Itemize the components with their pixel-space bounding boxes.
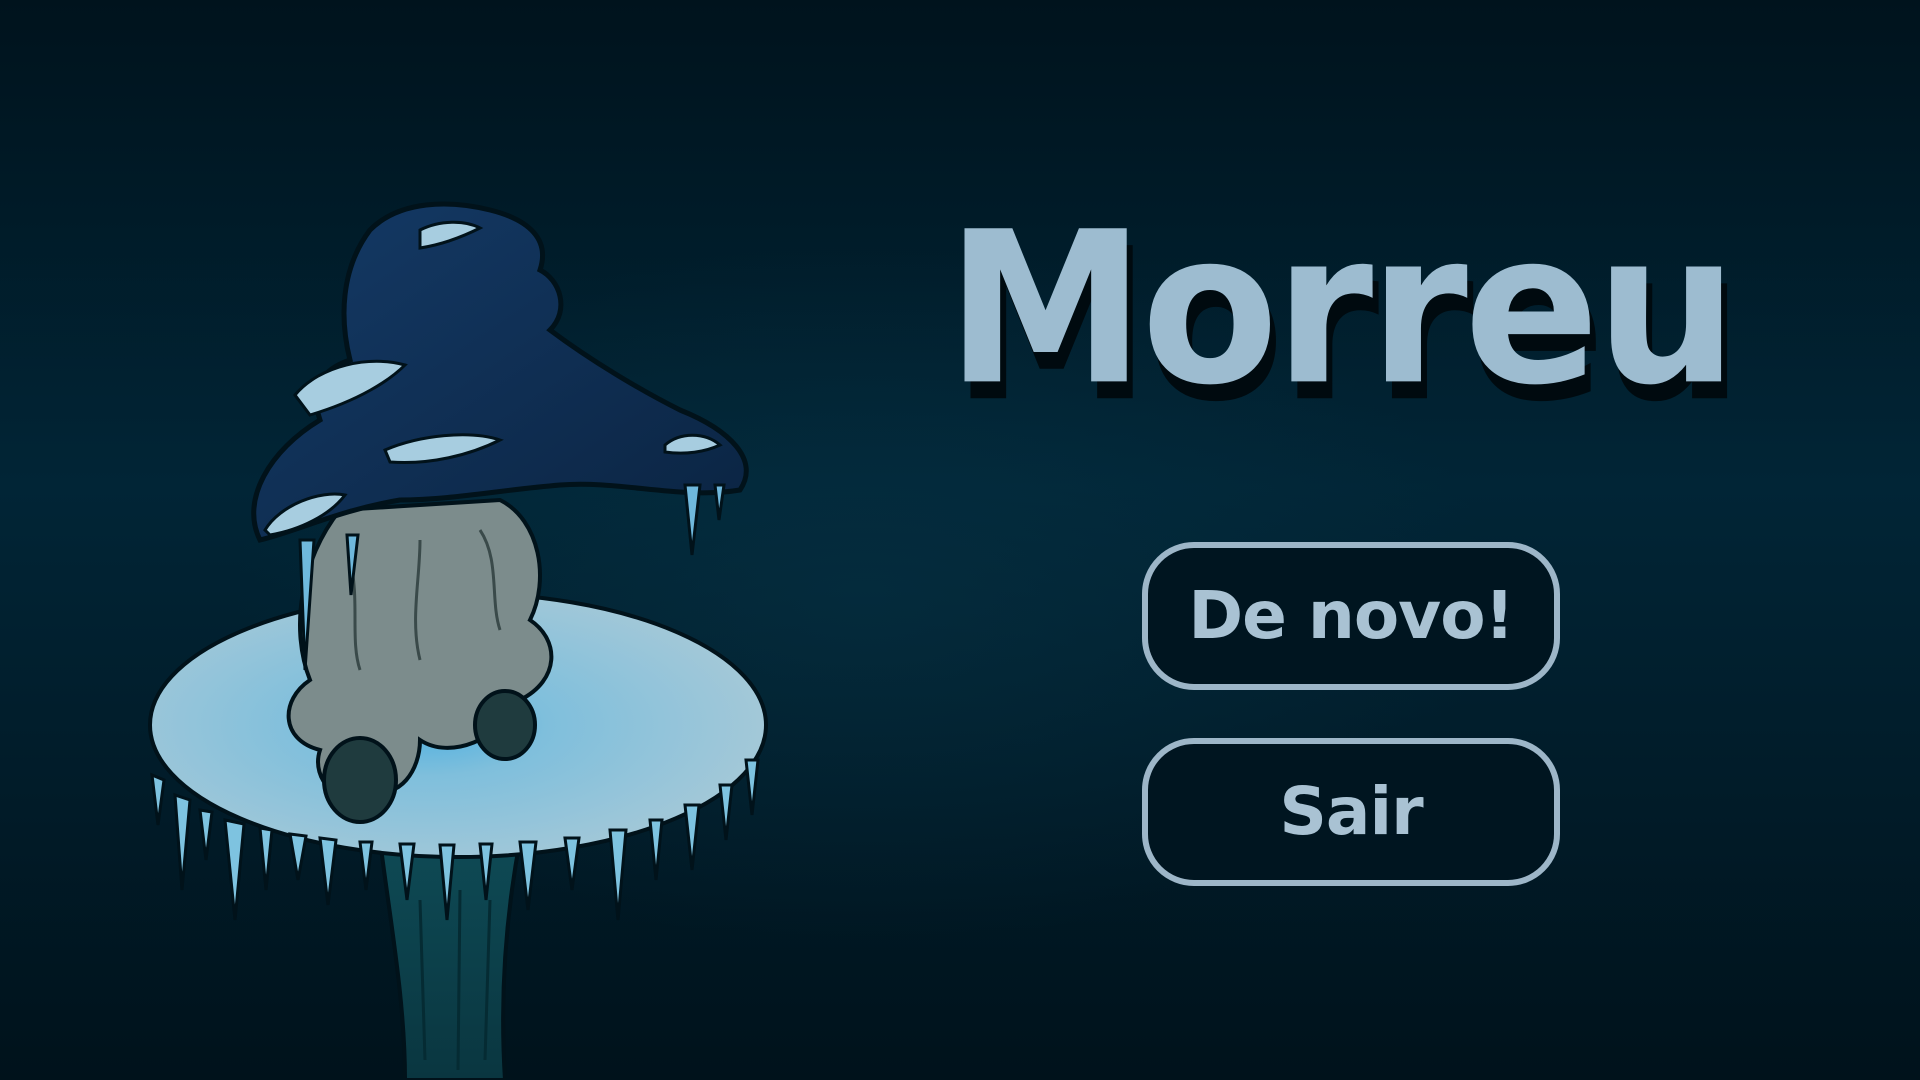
game-over-title: Morreu: [946, 187, 1738, 432]
retry-button[interactable]: De novo!: [1142, 542, 1560, 690]
scene-illustration: [120, 200, 820, 1080]
game-over-menu: De novo! Sair: [1142, 542, 1560, 934]
quit-button[interactable]: Sair: [1142, 738, 1560, 886]
